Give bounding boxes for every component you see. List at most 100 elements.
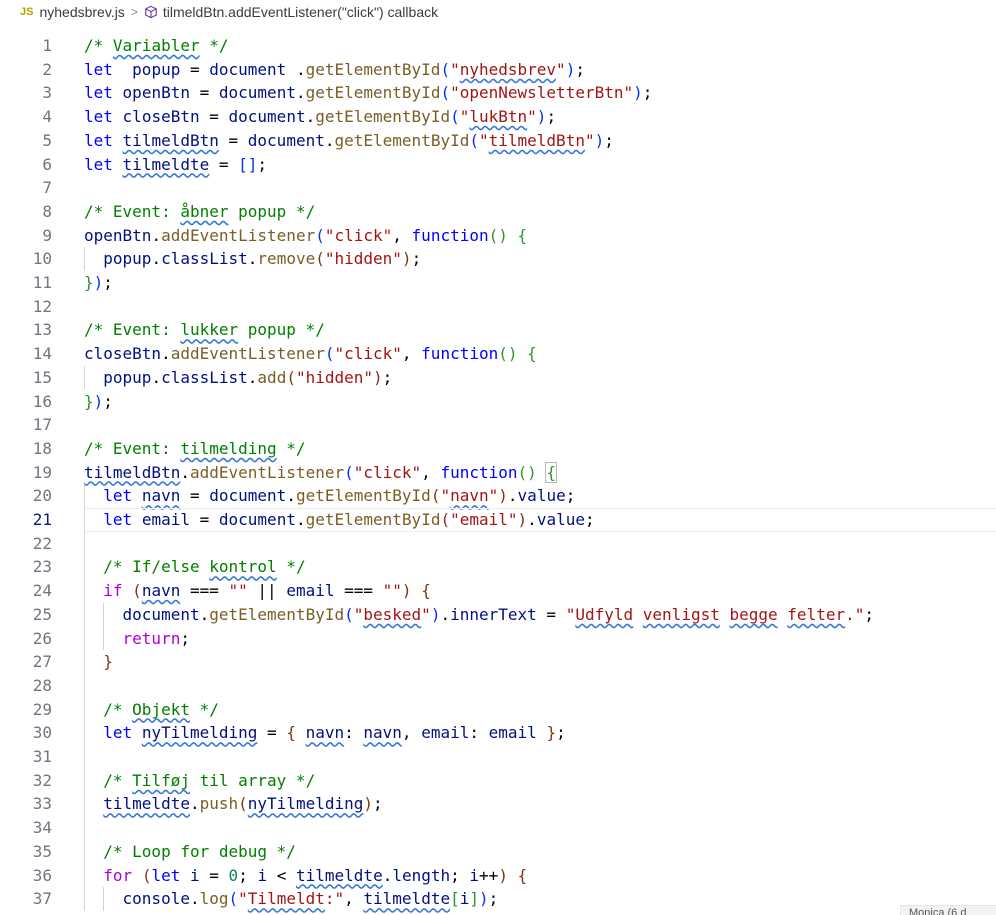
code-token: ) [401,249,412,269]
line-number: 1 [42,36,52,55]
code-token: ; [411,249,422,269]
code-token: " [527,107,537,127]
line-number: 32 [32,770,52,790]
code-token: let [84,107,113,127]
code-token: /* [103,770,133,790]
code-token: . [286,486,296,506]
code-line[interactable]: 32 /* Tilføj til array */ [0,769,996,793]
code-token: nyTilmelding [247,794,364,814]
code-line[interactable]: 15 popup.classList.add("hidden"); [0,366,996,390]
code-line[interactable]: 26 return; [0,627,996,651]
code-line[interactable]: 29 /* Objekt */ [0,698,996,722]
code-line[interactable]: 6 let tilmeldte = []; [0,153,996,177]
code-text: let closeBtn = document.getElementById("… [84,105,556,129]
code-token: } [84,391,94,411]
code-text: let email = document.getElementById("ema… [84,508,594,532]
code-token: addEventListener [161,225,316,245]
code-line[interactable]: 34 [0,816,996,840]
line-number: 25 [32,604,52,624]
status-bar-user[interactable]: Monica (6 d [900,905,996,915]
code-token: = [209,154,239,174]
code-line[interactable]: 35 /* Loop for debug */ [0,840,996,864]
code-token: ) [594,130,605,150]
code-text: /* Objekt */ [84,698,219,722]
code-token: classList [161,367,248,387]
indent-guide [103,602,105,651]
code-token: ) [373,367,383,387]
code-token: Tilføj [132,770,190,790]
indent-guide [84,247,85,271]
line-number: 4 [42,107,52,127]
code-text: /* Event: lukker popup */ [84,318,325,342]
code-line[interactable]: 30 let nyTilmelding = { navn: navn, emai… [0,721,996,745]
code-token: ) [401,581,412,601]
code-token: ( [228,889,239,909]
code-line[interactable]: 25 document.getElementById("besked").inn… [0,603,996,627]
line-number: 16 [32,391,52,411]
code-line[interactable]: 8 /* Event: åbner popup */ [0,200,996,224]
code-line[interactable]: 9 openBtn.addEventListener("click", funct… [0,224,996,248]
line-number: 19 [32,462,52,482]
code-line[interactable]: 1 /* Variabler */ [0,34,996,58]
code-line[interactable]: 19 tilmeldBtn.addEventListener("click", f… [0,461,996,485]
code-token: tilmeldte [296,865,383,885]
code-token: ( [344,604,354,624]
code-line[interactable]: 36 for (let i = 0; i < tilmeldte.length;… [0,864,996,888]
code-editor[interactable]: 1/* Variabler */2 let popup = document .g… [0,24,996,915]
code-line[interactable]: 31 [0,745,996,769]
code-line[interactable]: 33 tilmeldte.push(nyTilmelding); [0,792,996,816]
code-token: . [527,510,537,529]
code-token: tilmeldBtn [488,130,585,150]
code-line[interactable]: 2 let popup = document .getElementById("n… [0,58,996,82]
code-token: ; [103,391,113,411]
code-line[interactable]: 28 [0,674,996,698]
code-line[interactable]: 27 } [0,650,996,674]
line-number: 15 [32,367,52,387]
code-text: let navn = document.getElementById("navn… [84,484,575,508]
code-line[interactable]: 11}); [0,271,996,295]
code-line[interactable]: 21 let email = document.getElementById("… [0,508,996,532]
code-token: ; [556,723,566,743]
code-line[interactable]: 22 [0,532,996,556]
code-token: "click" [324,225,393,245]
code-token: ; [373,794,383,814]
code-token: begge [729,604,778,624]
code-line[interactable]: 7 [0,176,996,200]
code-line[interactable]: 37 console.log("Tilmeldt:", tilmeldte[i]… [0,887,996,911]
line-number: 12 [32,296,52,316]
code-line[interactable]: 14 closeBtn.addEventListener("click", fun… [0,342,996,366]
code-token: . [247,367,258,387]
code-token: ) [363,794,374,814]
code-line[interactable]: 3 let openBtn = document.getElementById("… [0,81,996,105]
code-line[interactable]: 23 /* If/else kontrol */ [0,555,996,579]
code-token: " [584,130,595,150]
breadcrumb-file[interactable]: nyhedsbrev.js [39,4,124,20]
breadcrumb-symbol[interactable]: tilmeldBtn.addEventListener("click") cal… [163,4,438,20]
code-line[interactable]: 24 if (navn === "" || email === "") { [0,579,996,603]
line-number: 18 [32,438,52,458]
code-token: ( [440,59,451,79]
code-text: let tilmeldte = []; [84,153,267,177]
code-line[interactable]: 13 /* Event: lukker popup */ [0,318,996,342]
code-line[interactable]: 5 let tilmeldBtn = document.getElementByI… [0,129,996,153]
code-line[interactable]: 10 popup.classList.remove("hidden"); [0,247,996,271]
code-line[interactable]: 17 [0,413,996,437]
code-line[interactable]: 16}); [0,390,996,414]
code-line[interactable]: 18 /* Event: tilmelding */ [0,437,996,461]
code-line[interactable]: 4 let closeBtn = document.getElementById(… [0,105,996,129]
code-line[interactable]: 12 [0,295,996,319]
code-token: email [141,510,190,529]
code-token: "click" [334,344,402,364]
code-line[interactable]: 20 let navn = document.getElementById("n… [0,484,996,508]
code-token: } [103,652,113,672]
